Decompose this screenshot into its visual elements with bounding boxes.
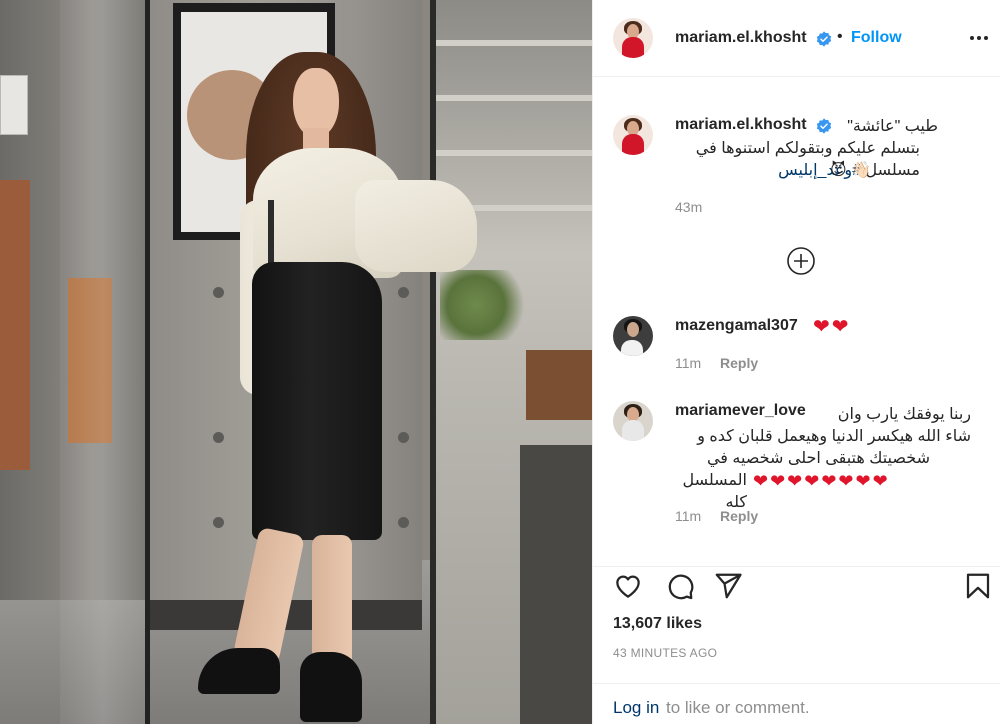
photo-ceiling-beam [436,40,592,46]
login-bar: Log in to like or comment. [593,683,1000,724]
post-actions: 13,607 likes 43 MINUTES AGO Log in to li… [593,566,1000,724]
author-username[interactable]: mariam.el.khosht [675,29,807,47]
login-link[interactable]: Log in [613,698,659,718]
follow-button[interactable]: Follow [851,29,902,47]
photo-desk [520,445,592,724]
post-header: mariam.el.khosht • Follow [593,0,1000,77]
comment-icon[interactable] [665,571,695,601]
caption-line: طيب "عائشة" [847,118,938,135]
post-date[interactable]: 43 MINUTES AGO [613,646,717,660]
caption-time[interactable]: 43m [675,199,702,215]
comment-username[interactable]: mazengamal307 [675,317,798,335]
commenter-avatar[interactable] [613,401,653,441]
post-side-panel: mariam.el.khosht • Follow mariam.el.khos… [592,0,1000,724]
header-separator: • [837,28,843,45]
login-prompt: to like or comment. [666,698,810,717]
comment-hearts: ❤❤❤❤❤❤❤❤ [753,471,890,491]
caption-emoji: 😈 👋🏻 [830,162,872,179]
load-more-icon[interactable] [786,246,816,276]
comment-username[interactable]: mariamever_love [675,402,806,420]
share-icon[interactable] [713,571,743,601]
comment-line: شاء الله هيكسر الدنيا وهيعمل قلبان كده و [697,428,971,445]
photo-cart [526,350,592,420]
photo-wall-dot [213,432,224,443]
photo-door [0,180,30,470]
photo-right-arm [355,180,477,272]
photo-plants [440,270,530,340]
caption-avatar[interactable] [613,115,653,155]
verified-badge-icon [816,118,832,134]
photo-wall-dot [398,287,409,298]
more-options-icon[interactable] [967,26,991,50]
bookmark-icon[interactable] [963,571,993,601]
caption-username[interactable]: mariam.el.khosht [675,116,807,134]
heart-icon[interactable] [613,571,643,601]
photo-skirt [252,262,382,540]
commenter-avatar[interactable] [613,316,653,356]
verified-badge-icon [816,31,832,47]
photo-right-shoe [300,652,362,722]
comments-list[interactable]: mariam.el.khosht طيب "عائشة" بتسلم عليكم… [593,78,1000,566]
reply-button[interactable]: Reply [720,355,758,371]
caption-line: مسلسل #وعد_إبليس [675,160,920,182]
comment-hearts: ❤❤ [813,316,851,338]
comment-line: ربنا يوفقك يارب وان [837,406,971,423]
comment-time[interactable]: 11m [675,355,701,371]
comment-line: شخصيتك هتبقى احلى شخصيه في [706,450,930,467]
reply-button[interactable]: Reply [720,508,758,524]
photo-air-conditioner [0,75,28,135]
photo-wall-dot [398,432,409,443]
author-avatar[interactable] [613,18,653,58]
photo-wall-dot [398,517,409,528]
caption-line: بتسلم عليكم وبتقولكم استنوها في [695,140,920,157]
comment-time[interactable]: 11m [675,508,701,524]
photo-ceiling-beam [436,150,592,156]
caption-text: مسلسل [865,162,920,179]
post-photo[interactable] [0,0,592,724]
photo-wall-dot [213,287,224,298]
photo-glass-panel [60,0,150,724]
likes-count[interactable]: 13,607 likes [613,615,702,633]
photo-ceiling-beam [436,95,592,101]
photo-wall-dot [213,517,224,528]
